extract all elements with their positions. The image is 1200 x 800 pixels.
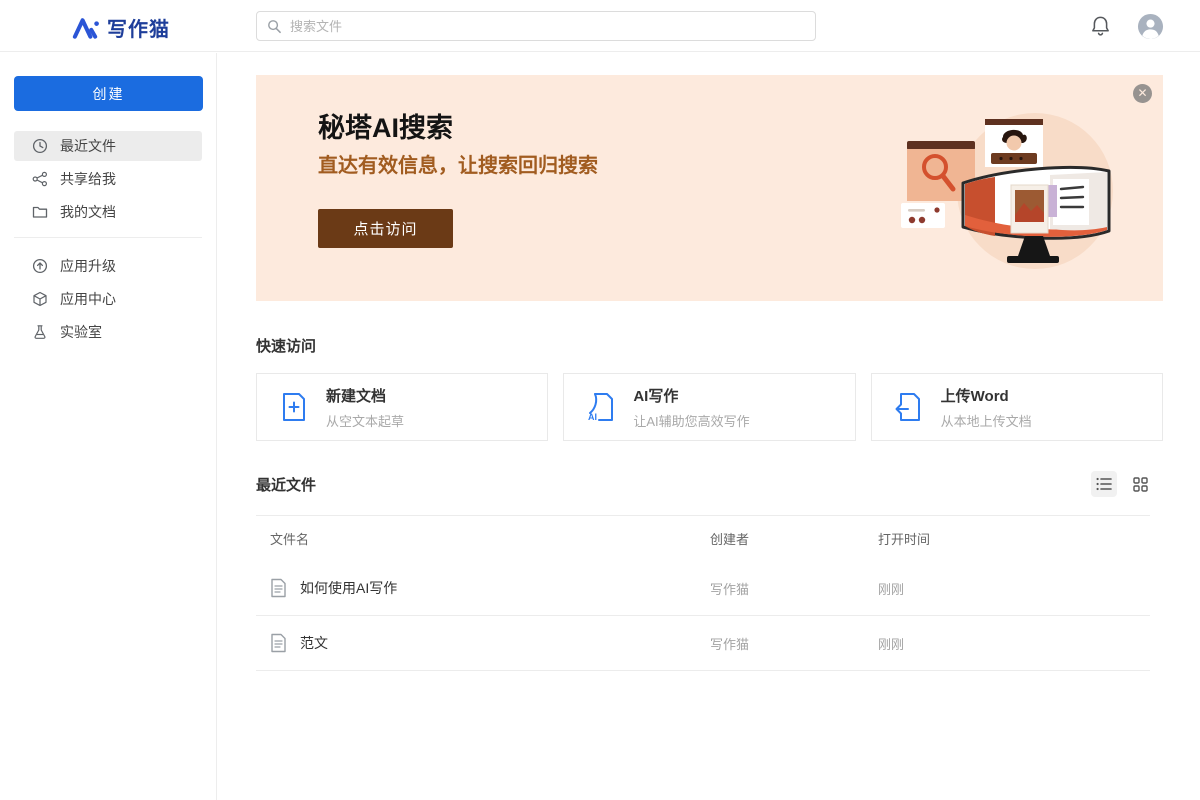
logo-text: 写作猫 — [107, 13, 170, 42]
card-title: 上传Word — [941, 385, 1032, 406]
svg-text:AI: AI — [588, 412, 597, 422]
sidebar-divider — [14, 237, 202, 238]
lab-flask-icon — [32, 324, 48, 340]
recent-files-heading: 最近文件 — [256, 474, 316, 495]
banner-close-icon[interactable]: ✕ — [1133, 84, 1152, 103]
quick-access-heading: 快速访问 — [256, 335, 1163, 356]
banner-visit-button[interactable]: 点击访问 — [318, 209, 453, 248]
main-content: 秘塔AI搜索 直达有效信息，让搜索回归搜索 点击访问 ✕ — [217, 53, 1200, 800]
card-new-document[interactable]: 新建文档 从空文本起草 — [256, 373, 548, 441]
column-header-opened: 打开时间 — [878, 529, 1150, 548]
sidebar-item-label: 实验室 — [60, 322, 102, 342]
create-button[interactable]: 创建 — [14, 76, 203, 111]
sidebar-item-app-upgrade[interactable]: 应用升级 — [14, 251, 202, 281]
banner-title: 秘塔AI搜索 — [318, 106, 453, 145]
sidebar-item-my-documents[interactable]: 我的文档 — [14, 197, 202, 227]
upgrade-icon — [32, 258, 48, 274]
upload-doc-icon — [894, 391, 924, 423]
app-logo: 写作猫 — [72, 13, 170, 42]
file-name: 如何使用AI写作 — [300, 578, 397, 598]
folder-icon — [32, 204, 48, 220]
sidebar-item-label: 最近文件 — [60, 136, 116, 156]
sidebar-item-label: 应用中心 — [60, 289, 116, 309]
share-icon — [32, 171, 48, 187]
search-input[interactable] — [290, 19, 805, 34]
sidebar-item-recent-files[interactable]: 最近文件 — [14, 131, 202, 161]
column-header-filename: 文件名 — [256, 529, 710, 548]
banner-subtitle: 直达有效信息，让搜索回归搜索 — [318, 149, 598, 178]
file-name: 范文 — [300, 633, 328, 653]
file-creator: 写作猫 — [710, 634, 878, 653]
promo-banner: 秘塔AI搜索 直达有效信息，让搜索回归搜索 点击访问 ✕ — [256, 75, 1163, 301]
search-bar[interactable] — [256, 11, 816, 41]
column-header-creator: 创建者 — [710, 529, 878, 548]
clock-icon — [32, 138, 48, 154]
notification-bell-icon[interactable] — [1090, 15, 1111, 37]
top-bar: 写作猫 — [0, 0, 1200, 52]
table-header-row: 文件名 创建者 打开时间 — [256, 515, 1150, 561]
user-avatar[interactable] — [1137, 13, 1164, 40]
sidebar-item-label: 我的文档 — [60, 202, 116, 222]
search-icon — [267, 19, 282, 34]
recent-files-table: 文件名 创建者 打开时间 如何使用AI写作 写作猫 刚刚 范文 — [256, 515, 1150, 671]
card-title: 新建文档 — [326, 385, 404, 406]
sidebar: 创建 最近文件 共享给我 我的文档 — [0, 53, 217, 800]
logo-cat-icon — [72, 15, 99, 41]
new-doc-icon — [279, 391, 309, 423]
card-subtitle: 从空文本起草 — [326, 411, 404, 430]
sidebar-item-lab[interactable]: 实验室 — [14, 317, 202, 347]
document-icon — [270, 633, 287, 653]
file-creator: 写作猫 — [710, 579, 878, 598]
sidebar-item-app-center[interactable]: 应用中心 — [14, 284, 202, 314]
grid-view-icon — [1133, 477, 1148, 492]
card-ai-writing[interactable]: AI AI写作 让AI辅助您高效写作 — [563, 373, 855, 441]
sidebar-item-shared-with-me[interactable]: 共享给我 — [14, 164, 202, 194]
ai-doc-icon: AI — [586, 391, 616, 423]
file-opened-time: 刚刚 — [878, 579, 1150, 598]
grid-view-button[interactable] — [1127, 471, 1153, 497]
apps-icon — [32, 291, 48, 307]
card-upload-word[interactable]: 上传Word 从本地上传文档 — [871, 373, 1163, 441]
sidebar-item-label: 应用升级 — [60, 256, 116, 276]
table-row[interactable]: 范文 写作猫 刚刚 — [256, 616, 1150, 671]
card-subtitle: 让AI辅助您高效写作 — [633, 411, 749, 430]
banner-illustration — [885, 103, 1155, 275]
sidebar-item-label: 共享给我 — [60, 169, 116, 189]
card-title: AI写作 — [633, 385, 749, 406]
file-opened-time: 刚刚 — [878, 634, 1150, 653]
card-subtitle: 从本地上传文档 — [941, 411, 1032, 430]
list-view-button[interactable] — [1091, 471, 1117, 497]
table-row[interactable]: 如何使用AI写作 写作猫 刚刚 — [256, 561, 1150, 616]
document-icon — [270, 578, 287, 598]
list-view-icon — [1096, 477, 1112, 491]
